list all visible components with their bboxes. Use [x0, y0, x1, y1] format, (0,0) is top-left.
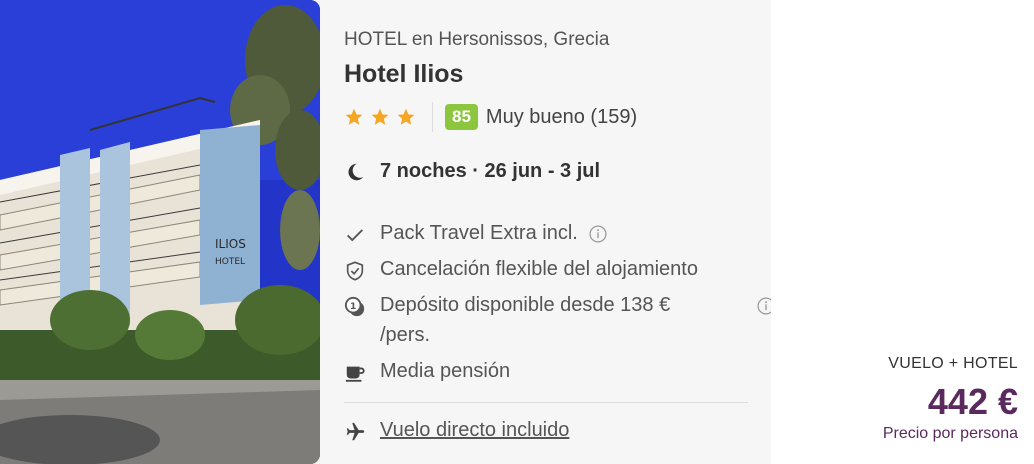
mug-icon — [345, 366, 365, 382]
divider — [432, 102, 433, 132]
score-badge: 85 — [445, 104, 478, 130]
feature-cancel-label: Cancelación flexible del alojamiento — [380, 258, 698, 280]
feature-board: Media pensión — [344, 360, 510, 384]
deposit-icon: 1 — [344, 296, 365, 317]
deposit-line-2: /pers. — [380, 324, 431, 346]
moon-icon — [348, 163, 364, 180]
svg-text:ILIOS: ILIOS — [215, 237, 246, 251]
feature-board-label: Media pensión — [380, 360, 511, 382]
deposit-text: Depósito disponible desde 138 € /pers. — [380, 290, 720, 350]
rating-row: 85 Muy bueno (159) — [344, 102, 637, 132]
price-amount[interactable]: 442 € — [928, 381, 1018, 423]
hotel-name[interactable]: Hotel Ilios — [344, 60, 463, 89]
direct-flight-link[interactable]: Vuelo directo incluido — [380, 419, 569, 442]
feature-flight: Vuelo directo incluido — [344, 419, 569, 443]
divider — [344, 402, 748, 403]
star-icon — [371, 108, 389, 125]
check-icon — [347, 229, 363, 242]
price-per-person: Precio por persona — [882, 425, 1018, 442]
star-icon — [345, 108, 363, 125]
deposit-line-1: Depósito disponible desde 138 € — [380, 294, 671, 316]
hotel-info: HOTEL en Hersonissos, Grecia Hotel Ilios… — [320, 0, 775, 464]
hotel-photo[interactable]: ILIOS HOTEL — [0, 0, 320, 464]
feature-cancel: Cancelación flexible del alojamiento — [344, 258, 698, 282]
price-label: VUELO + HOTEL — [888, 355, 1018, 372]
star-icon — [397, 108, 415, 125]
stay-dates: 7 noches · 26 jun - 3 jul — [344, 160, 600, 183]
feature-pack-label: Pack Travel Extra incl. — [380, 222, 578, 244]
hotel-location: HOTEL en Hersonissos, Grecia — [344, 29, 610, 50]
dates-text: 7 noches · 26 jun - 3 jul — [380, 160, 601, 182]
feature-deposit: 1 Depósito disponible desde 138 € /pers. — [344, 294, 776, 350]
shield-check-icon — [346, 261, 364, 281]
feature-pack: Pack Travel Extra incl. — [344, 222, 608, 246]
score-text[interactable]: Muy bueno (159) — [486, 106, 637, 129]
plane-icon — [346, 422, 365, 441]
hotel-card[interactable]: ILIOS HOTEL HOTEL en Hersonissos, Grecia… — [0, 0, 1034, 464]
info-icon[interactable] — [588, 224, 608, 244]
svg-text:1: 1 — [350, 301, 356, 312]
price-panel[interactable]: VUELO + HOTEL 442 € Precio por persona — [771, 0, 1034, 464]
svg-text:HOTEL: HOTEL — [215, 257, 245, 267]
star-rating — [344, 107, 416, 127]
